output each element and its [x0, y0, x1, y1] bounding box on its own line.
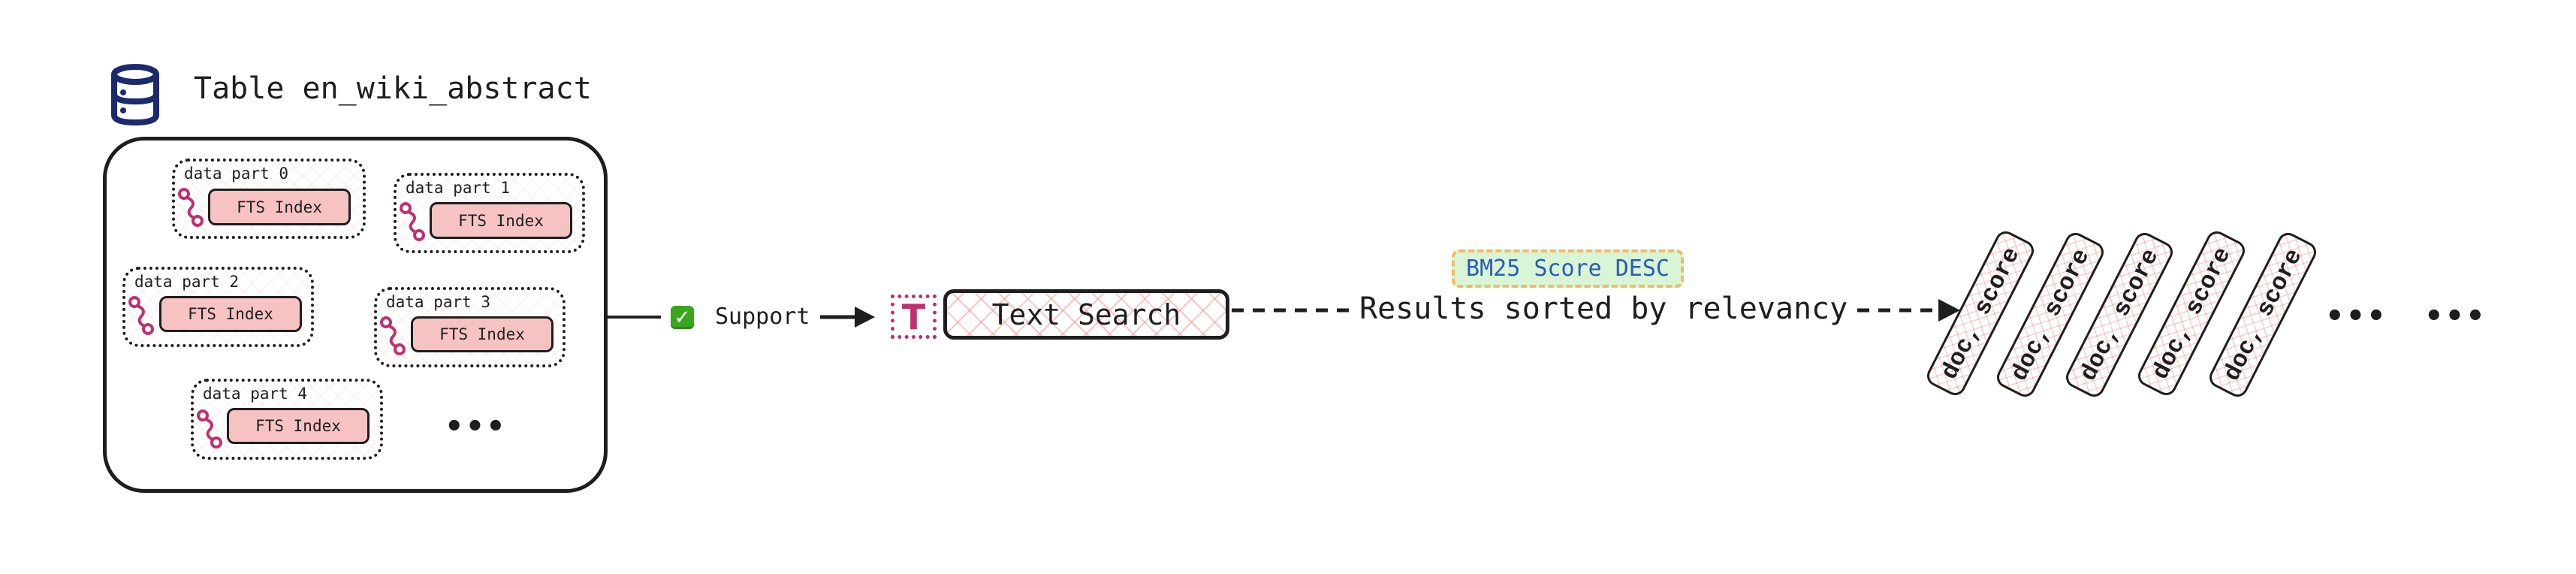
support-label: Support: [715, 304, 810, 330]
fts-index-box[interactable]: FTS Index: [430, 202, 572, 239]
text-type-icon: T: [891, 295, 937, 339]
table-title: Table en_wiki_abstract: [194, 71, 592, 106]
data-part-1[interactable]: data part 1 FTS Index: [394, 173, 585, 253]
data-part-label: data part 1: [406, 179, 511, 197]
check-icon: ✓: [671, 306, 694, 329]
data-part-2[interactable]: data part 2 FTS Index: [122, 267, 314, 347]
more-results-ellipsis-2: •••: [2424, 299, 2487, 334]
route-icon: [400, 202, 425, 241]
more-results-ellipsis: •••: [2325, 299, 2387, 334]
more-data-parts-ellipsis: •••: [445, 409, 507, 444]
database-icon: [111, 64, 159, 125]
route-icon: [380, 316, 406, 355]
results-edge-label: Results sorted by relevancy: [1355, 292, 1853, 326]
fts-index-box[interactable]: FTS Index: [208, 189, 351, 225]
data-part-4[interactable]: data part 4 FTS Index: [191, 379, 383, 460]
data-part-label: data part 0: [184, 165, 289, 183]
route-icon: [128, 296, 154, 335]
fts-index-box[interactable]: FTS Index: [227, 408, 370, 444]
data-part-label: data part 4: [203, 385, 308, 403]
route-icon: [197, 409, 222, 449]
support-arrowhead: [855, 307, 875, 328]
data-part-label: data part 2: [134, 273, 240, 291]
fts-index-box[interactable]: FTS Index: [411, 316, 554, 352]
sort-order-badge: BM25 Score DESC: [1452, 249, 1684, 288]
text-search-node[interactable]: Text Search: [943, 289, 1229, 340]
data-part-3[interactable]: data part 3 FTS Index: [374, 287, 566, 367]
route-icon: [178, 188, 204, 227]
fts-index-box[interactable]: FTS Index: [159, 296, 302, 332]
data-part-label: data part 3: [386, 293, 491, 311]
data-part-0[interactable]: data part 0 FTS Index: [172, 159, 366, 239]
